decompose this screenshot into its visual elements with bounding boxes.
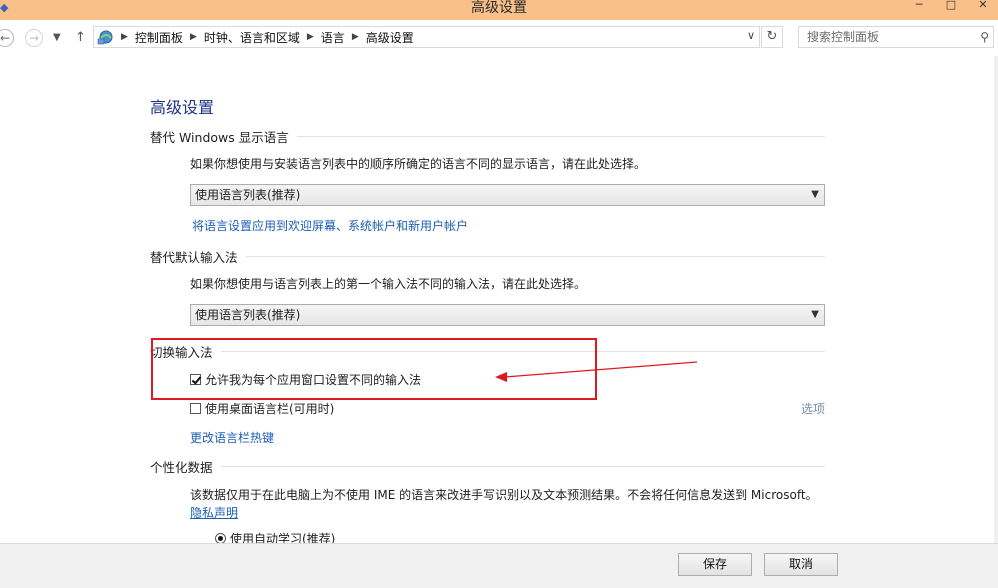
annotation-highlight-box (151, 338, 597, 400)
title-bar: ◆ 高级设置 ─ □ ✕ (0, 0, 998, 20)
footer-bar: 保存 取消 (0, 543, 998, 588)
close-icon[interactable]: ✕ (969, 0, 997, 12)
breadcrumb-language[interactable]: 语言 (321, 29, 345, 46)
options-link[interactable]: 选项 (801, 400, 825, 417)
section-title: 个性化数据 (150, 459, 213, 475)
display-language-description: 如果你想使用与安装语言列表中的顺序所确定的语言不同的显示语言，请在此处选择。 (190, 157, 647, 171)
navigation-bar: ← → ▼ ↑ ▶ 控制面板 ▶ 时钟、语言和区域 ▶ 语言 ▶ 高级设置 ∨ … (0, 20, 998, 56)
input-method-select[interactable]: 使用语言列表(推荐) ▼ (190, 304, 825, 326)
recent-locations-icon[interactable]: ▼ (53, 29, 61, 47)
divider (220, 465, 825, 467)
search-icon[interactable]: ⚲ (980, 27, 989, 47)
search-input[interactable]: 搜索控制面板 ⚲ (798, 26, 994, 48)
back-arrow-icon[interactable]: ← (0, 29, 14, 47)
section-personalization: 个性化数据 (150, 457, 825, 475)
breadcrumb-separator-icon[interactable]: ▶ (307, 32, 314, 42)
section-display-language: 替代 Windows 显示语言 (150, 127, 825, 145)
vertical-scrollbar[interactable] (994, 56, 998, 543)
page-title: 高级设置 (150, 98, 215, 117)
maximize-icon[interactable]: □ (937, 0, 965, 12)
apply-language-settings-link[interactable]: 将语言设置应用到欢迎屏幕、系统帐户和新用户帐户 (192, 217, 468, 234)
select-value: 使用语言列表(推荐) (195, 188, 301, 202)
section-title: 替代默认输入法 (150, 249, 238, 265)
breadcrumb-separator-icon: ▶ (121, 32, 128, 42)
chevron-down-icon: ▼ (811, 309, 819, 320)
window-title: 高级设置 (471, 0, 527, 16)
divider (296, 135, 825, 137)
display-language-select[interactable]: 使用语言列表(推荐) ▼ (190, 184, 825, 206)
control-panel-icon (97, 28, 115, 46)
save-button[interactable]: 保存 (678, 553, 752, 576)
breadcrumb-separator-icon[interactable]: ▶ (190, 32, 197, 42)
chevron-down-icon: ▼ (811, 189, 819, 200)
address-bar[interactable]: ▶ 控制面板 ▶ 时钟、语言和区域 ▶ 语言 ▶ 高级设置 ∨ (93, 26, 760, 48)
search-placeholder: 搜索控制面板 (807, 30, 880, 44)
breadcrumb-advanced-settings[interactable]: 高级设置 (366, 29, 414, 46)
change-hotkeys-link[interactable]: 更改语言栏热键 (190, 429, 274, 446)
forward-arrow-icon[interactable]: → (25, 29, 43, 47)
cancel-button[interactable]: 取消 (764, 553, 838, 576)
checkbox-label: 使用桌面语言栏(可用时) (205, 402, 335, 416)
input-method-description: 如果你想使用与语言列表上的第一个输入法不同的输入法，请在此处选择。 (190, 277, 587, 291)
select-value: 使用语言列表(推荐) (195, 308, 301, 322)
up-arrow-icon[interactable]: ↑ (75, 29, 86, 47)
checkbox-unchecked-icon[interactable] (190, 403, 201, 414)
breadcrumb-control-panel[interactable]: 控制面板 (135, 29, 183, 46)
breadcrumb-separator-icon[interactable]: ▶ (352, 32, 359, 42)
refresh-icon[interactable]: ↻ (761, 26, 783, 48)
personalization-description: 该数据仅用于在此电脑上为不使用 IME 的语言来改进手写识别以及文本预测结果。不… (190, 488, 818, 502)
desktop-language-bar-checkbox[interactable]: 使用桌面语言栏(可用时) (190, 400, 334, 417)
address-dropdown-icon[interactable]: ∨ (747, 29, 755, 42)
privacy-statement-link[interactable]: 隐私声明 (190, 504, 238, 521)
section-input-method: 替代默认输入法 (150, 247, 825, 265)
divider (245, 255, 825, 257)
minimize-icon[interactable]: ─ (905, 0, 933, 12)
section-title: 替代 Windows 显示语言 (150, 129, 289, 145)
breadcrumb-clock-language-region[interactable]: 时钟、语言和区域 (204, 29, 300, 46)
